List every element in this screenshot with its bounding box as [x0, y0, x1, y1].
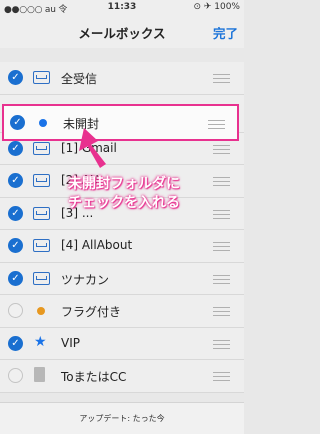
- annotation-line-1: 未開封フォルダに: [68, 176, 180, 192]
- bottom-toolbar: アップデート: たった今: [0, 402, 244, 434]
- annotation-arrow-icon: [79, 128, 106, 168]
- update-status: アップデート: たった今: [79, 414, 165, 423]
- annotation-callout: 未開封フォルダに チェックを入れる: [68, 175, 180, 213]
- annotation-line-2: チェックを入れる: [68, 195, 180, 211]
